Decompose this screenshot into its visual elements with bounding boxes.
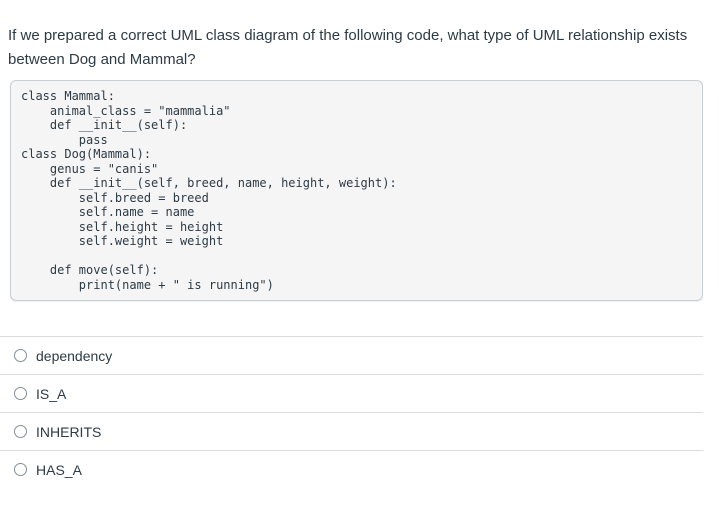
- radio-button-icon[interactable]: [14, 387, 27, 400]
- answer-options: dependency IS_A INHERITS HAS_A: [0, 336, 703, 488]
- answer-option-label: dependency: [36, 347, 113, 364]
- radio-button-icon[interactable]: [14, 463, 27, 476]
- radio-button-icon[interactable]: [14, 425, 27, 438]
- radio-button-icon[interactable]: [14, 349, 27, 362]
- answer-option-is-a[interactable]: IS_A: [0, 374, 703, 412]
- question-text: If we prepared a correct UML class diagr…: [8, 27, 688, 68]
- answer-option-label: IS_A: [36, 385, 67, 402]
- quiz-question-page: If we prepared a correct UML class diagr…: [0, 24, 719, 488]
- answer-option-dependency[interactable]: dependency: [0, 336, 703, 374]
- code-block: class Mammal: animal_class = "mammalia" …: [10, 80, 703, 301]
- answer-option-label: HAS_A: [36, 461, 82, 478]
- answer-option-inherits[interactable]: INHERITS: [0, 412, 703, 450]
- answer-option-has-a[interactable]: HAS_A: [0, 450, 703, 488]
- answer-option-label: INHERITS: [36, 423, 102, 440]
